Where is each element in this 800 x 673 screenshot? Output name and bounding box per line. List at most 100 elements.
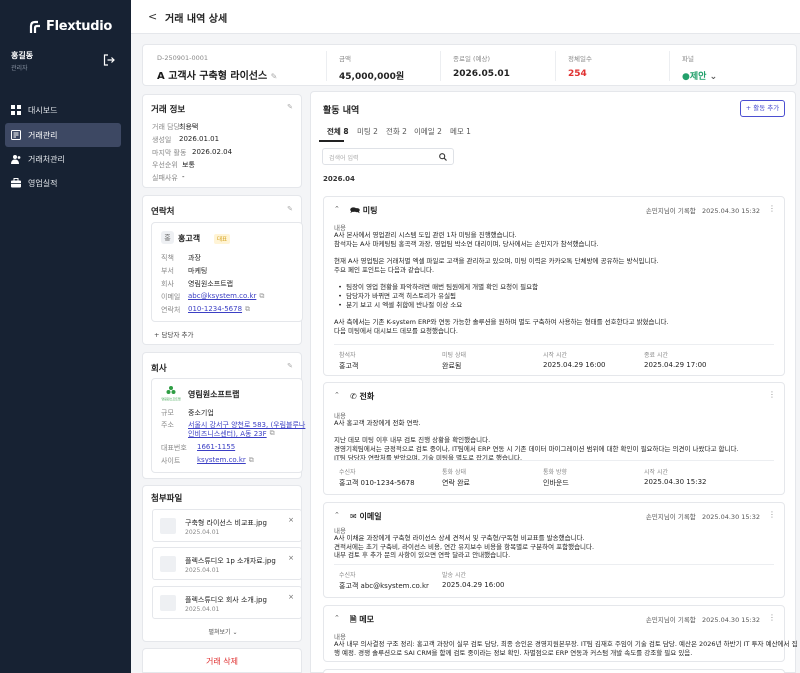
delete-deal-label: 거래 삭제 xyxy=(206,657,238,666)
app-logo[interactable]: Flextudio xyxy=(29,19,112,34)
nav-item-label: 거래관리 xyxy=(28,130,58,140)
edit-icon[interactable]: ✎ xyxy=(287,103,293,111)
file-item[interactable]: 플렉스튜디오 1p 소개자료.jpg 2025.04.01 × xyxy=(152,547,302,580)
delete-deal-button[interactable]: 거래 삭제 xyxy=(142,648,302,673)
field-key: 수신자 xyxy=(339,469,356,476)
field-key: 발송 시간 xyxy=(442,572,466,579)
add-activity-button[interactable]: + 활동 추가 xyxy=(740,100,785,117)
field-value: 연락 완료 xyxy=(442,479,470,487)
image-file-icon xyxy=(160,595,176,611)
search-icon[interactable] xyxy=(439,153,447,161)
back-button[interactable]: < xyxy=(148,10,157,23)
activity-author: 손민지님이 기록함 xyxy=(645,513,696,521)
company-item[interactable]: 영림원소프트랩 영림원소프트랩 규모 중소기업 주소 서울시 강서구 양천로 583… xyxy=(151,378,305,473)
image-file-icon xyxy=(160,518,176,534)
stage-label: 파널 xyxy=(682,55,694,63)
contact-key: 직책 xyxy=(161,254,174,262)
date-group: 2026.04 xyxy=(323,175,355,183)
field-value: 홍고객 xyxy=(339,362,359,370)
close-date-value: 2026.05.01 xyxy=(453,69,510,79)
info-key: 마지막 활동 xyxy=(152,149,187,157)
info-key: 거래 담당 xyxy=(152,123,180,131)
search-input[interactable]: 검색어 입력 xyxy=(322,148,454,165)
tab-email[interactable]: 이메일 2 xyxy=(414,126,442,137)
email-link[interactable]: abc@ksystem.co.kr xyxy=(188,292,256,302)
divider xyxy=(334,460,774,461)
phone-link[interactable]: 1661-1155 xyxy=(197,443,235,453)
file-item[interactable]: 플렉스튜디오 회사 소개.jpg 2025.04.01 × xyxy=(152,586,302,619)
edit-icon[interactable]: ✎ xyxy=(287,205,293,213)
tab-call[interactable]: 전화 2 xyxy=(386,126,407,137)
nav-item-sales[interactable]: 영업실적 xyxy=(5,171,121,195)
stall-days-value: 254 xyxy=(568,69,587,79)
close-icon[interactable]: × xyxy=(288,554,294,562)
more-icon[interactable]: ⋮ xyxy=(768,613,776,622)
activity-meta: 손민지님이 기록함 2025.04.30 15:32 xyxy=(646,511,760,521)
file-item[interactable]: 구축형 라이선스 비교표.jpg 2025.04.01 × xyxy=(152,509,302,542)
more-icon[interactable]: ⋮ xyxy=(768,510,776,519)
briefcase-icon xyxy=(11,178,21,188)
memo-icon: 🗎 xyxy=(350,615,357,624)
logout-icon[interactable] xyxy=(103,54,115,66)
nav-item-deals[interactable]: 거래관리 xyxy=(5,123,121,147)
company-key: 규모 xyxy=(161,409,174,417)
contact-title: 연락처 xyxy=(151,207,175,217)
copy-icon[interactable]: ⧉ xyxy=(249,456,254,466)
user-role: 관리자 xyxy=(11,65,28,72)
tab-all[interactable]: 전체 8 xyxy=(327,126,349,137)
phone-link[interactable]: 010-1234-5678 xyxy=(188,305,242,315)
nav-item-dashboard[interactable]: 대시보드 xyxy=(5,98,121,122)
contact-row: 연락처 010-1234-5678 ⧉ xyxy=(161,305,250,315)
phone-icon: ✆ xyxy=(350,392,357,401)
add-contact-button[interactable]: + 담당자 추가 xyxy=(154,329,193,339)
chevron-up-icon[interactable]: ⌃ xyxy=(334,391,340,399)
info-value: 최용택 xyxy=(179,123,199,131)
company-title: 회사 xyxy=(151,364,167,374)
copy-icon[interactable]: ⧉ xyxy=(259,292,264,302)
chevron-up-icon[interactable]: ⌃ xyxy=(334,205,340,213)
more-icon[interactable]: ⋮ xyxy=(768,390,776,399)
deal-id: D-250901-0001 xyxy=(157,54,209,62)
nav-item-clients[interactable]: 거래처관리 xyxy=(5,147,121,171)
contact-item[interactable]: 홍 홍고객 대표 직책 과장 부서 마케팅 회사 영림원소프트랩 이메일 abc@ksy… xyxy=(151,222,303,322)
field-key: 통화 방향 xyxy=(543,469,567,476)
deal-name: A 고객사 구축형 라이선스 ✎ xyxy=(157,67,277,82)
stage-select[interactable]: ●제안 ⌄ xyxy=(682,69,789,82)
field-key: 시작 시간 xyxy=(543,352,567,359)
copy-icon[interactable]: ⧉ xyxy=(245,305,250,315)
edit-icon[interactable]: ✎ xyxy=(287,362,293,370)
expand-label: 펼쳐보기 xyxy=(208,629,231,636)
field-value: 홍고객 010-1234-5678 xyxy=(339,479,415,487)
more-icon[interactable]: ⋮ xyxy=(768,204,776,213)
activity-item-meeting: ⌃ 🗪 미팅 손민지님이 기록함 2025.04.30 15:32 ⋮ 내용 A… xyxy=(323,196,785,376)
file-name: 플렉스튜디오 1p 소개자료.jpg xyxy=(185,557,276,565)
close-icon[interactable]: × xyxy=(288,516,294,524)
company-row: 규모 중소기업 xyxy=(161,408,214,418)
edit-icon[interactable]: ✎ xyxy=(271,72,278,81)
field-value: 인바운드 xyxy=(543,479,569,487)
address-link[interactable]: 인비즈니스센터), A동 23F xyxy=(188,429,267,439)
field-key: 미팅 상태 xyxy=(442,352,466,359)
chevron-up-icon[interactable]: ⌃ xyxy=(334,511,340,519)
chevron-up-icon[interactable]: ⌃ xyxy=(334,614,340,622)
tab-memo[interactable]: 메모 1 xyxy=(450,126,471,137)
website-link[interactable]: ksystem.co.kr xyxy=(197,456,246,466)
contact-value: 영림원소프트랩 xyxy=(188,280,234,288)
company-row: 인비즈니스센터), A동 23F ⧉ xyxy=(161,429,275,439)
chevron-down-icon: ⌄ xyxy=(232,629,238,636)
copy-icon[interactable]: ⧉ xyxy=(270,429,275,439)
company-row: 대표번호 1661-1155 xyxy=(161,443,235,453)
close-icon[interactable]: × xyxy=(288,593,294,601)
expand-button[interactable]: 펼쳐보기 ⌄ xyxy=(143,627,303,636)
app-logo-text: Flextudio xyxy=(46,19,113,34)
tab-meeting[interactable]: 미팅 2 xyxy=(357,126,378,137)
deal-info-title: 거래 정보 xyxy=(151,105,186,115)
info-row: 우선순위 보통 xyxy=(152,160,195,170)
activity-type-label: 이메일 xyxy=(359,512,382,521)
company-key: 사이트 xyxy=(161,457,181,465)
stage-value: 제안 xyxy=(689,72,707,82)
attachments-card: 첨부파일 구축형 라이선스 비교표.jpg 2025.04.01 × 플렉스튜디… xyxy=(142,485,302,642)
activity-date: 2025.04.30 15:32 xyxy=(701,513,760,521)
avatar: 홍 xyxy=(161,231,174,244)
activity-type: ✉ 이메일 xyxy=(350,511,382,522)
